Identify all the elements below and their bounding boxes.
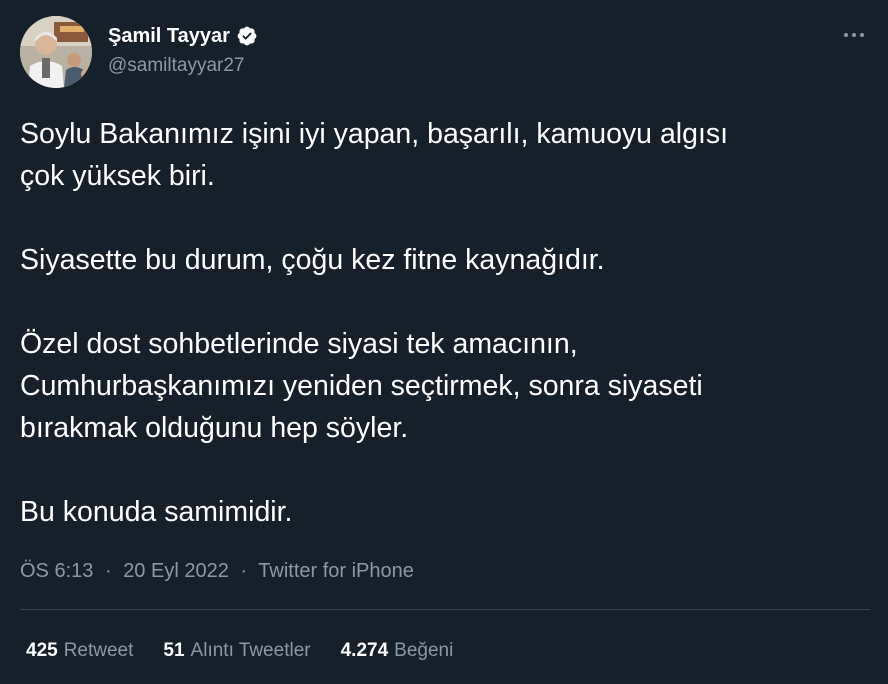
tweet-paragraph: Özel dost sohbetlerinde siyasi tek amacı…: [20, 328, 703, 444]
tweet-paragraph: Siyasette bu durum, çoğu kez fitne kayna…: [20, 244, 605, 276]
divider: [20, 609, 870, 610]
tweet-meta: ÖS 6:13 · 20 Eyl 2022 · Twitter for iPho…: [20, 556, 414, 586]
tweet-source[interactable]: Twitter for iPhone: [258, 560, 414, 582]
tweet-paragraph: Bu konuda samimidir.: [20, 496, 293, 528]
author-name-row: Şamil Tayyar: [108, 22, 258, 50]
quotes-label: Alıntı Tweetler: [190, 640, 311, 661]
likes-stat[interactable]: 4.274 Beğeni: [341, 640, 454, 662]
author-display-name[interactable]: Şamil Tayyar: [108, 22, 230, 50]
retweets-label: Retweet: [63, 640, 134, 661]
retweets-count: 425: [26, 640, 58, 661]
more-horizontal-icon: [844, 33, 864, 37]
meta-separator: ·: [240, 560, 248, 582]
author-handle[interactable]: @samiltayyar27: [108, 53, 245, 79]
quotes-count: 51: [163, 640, 185, 661]
tweet-paragraph: Soylu Bakanımız işini iyi yapan, başarıl…: [20, 118, 729, 192]
likes-label: Beğeni: [394, 640, 454, 661]
retweets-stat[interactable]: 425 Retweet: [26, 640, 133, 662]
more-options-button[interactable]: [834, 20, 874, 50]
tweet-date[interactable]: 20 Eyl 2022: [123, 560, 229, 582]
tweet-text: Soylu Bakanımız işini iyi yapan, başarıl…: [20, 113, 870, 533]
meta-separator: ·: [104, 560, 112, 582]
avatar-image: [20, 16, 92, 88]
likes-count: 4.274: [340, 640, 389, 661]
verified-badge-icon: [236, 25, 258, 47]
engagement-stats: 425 Retweet 51 Alıntı Tweetler 4.274 Beğ…: [26, 636, 483, 666]
quotes-stat[interactable]: 51 Alıntı Tweetler: [163, 640, 310, 662]
tweet-card: Şamil Tayyar @samiltayyar27 Soylu Bakanı…: [0, 0, 888, 684]
avatar[interactable]: [20, 16, 92, 88]
tweet-time[interactable]: ÖS 6:13: [20, 560, 93, 582]
